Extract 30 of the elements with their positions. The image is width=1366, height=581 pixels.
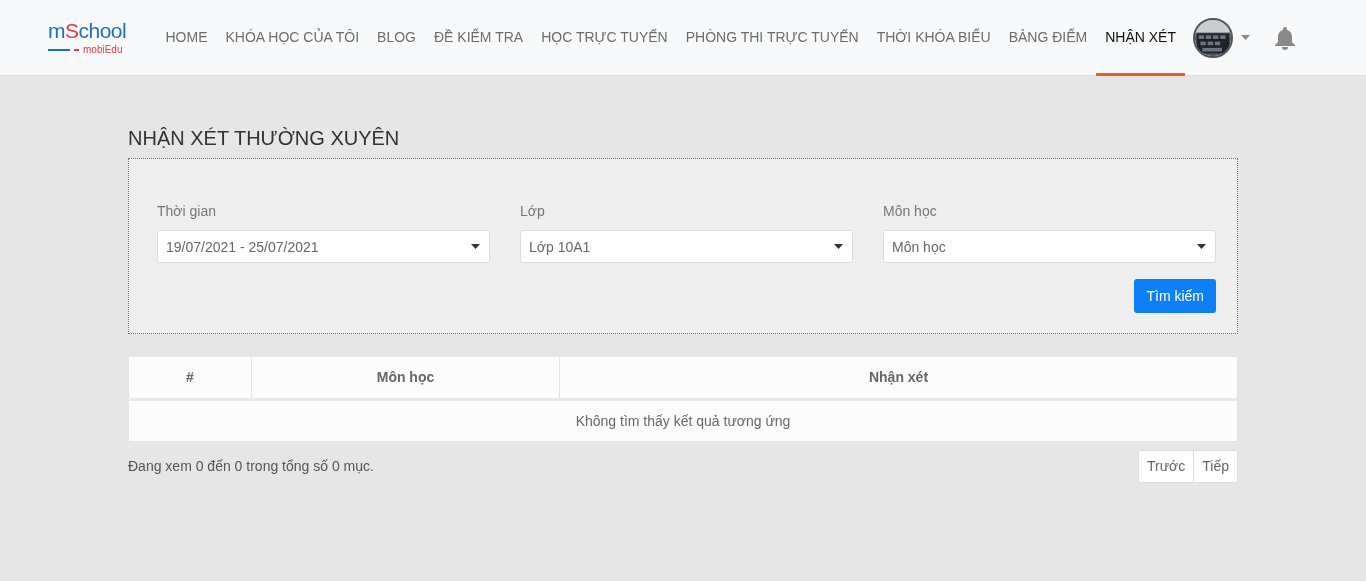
- nav-link[interactable]: HOME: [156, 0, 217, 76]
- logo[interactable]: mSchool mobiEdu: [48, 20, 127, 55]
- search-button[interactable]: Tìm kiếm: [1134, 279, 1216, 313]
- column-header: Nhận xét: [559, 356, 1238, 400]
- previous-button[interactable]: Trước: [1138, 450, 1195, 483]
- dropdown-arrow-icon: [1197, 244, 1206, 249]
- select-field[interactable]: 19/07/2021 - 25/07/2021: [157, 230, 490, 263]
- nav-link[interactable]: HỌC TRỰC TUYẾN: [532, 0, 677, 76]
- entries-summary: Đang xem 0 đến 0 trong tổng số 0 mục.: [128, 457, 374, 476]
- field-label: Môn học: [883, 202, 938, 221]
- select-field[interactable]: Lớp 10A1: [520, 230, 853, 263]
- page-title: NHẬN XÉT THƯỜNG XUYÊN: [128, 126, 401, 150]
- bell-icon[interactable]: [1274, 25, 1296, 50]
- column-header: Môn học: [251, 356, 560, 400]
- nav-link[interactable]: KHÓA HỌC CỦA TÔI: [216, 0, 369, 76]
- dropdown-arrow-icon: [471, 244, 480, 249]
- nav-link[interactable]: THỜI KHÓA BIỂU: [867, 0, 1000, 76]
- field-label: Thời gian: [157, 202, 217, 221]
- empty-message: Không tìm thấy kết quả tương ứng: [128, 399, 1238, 442]
- column-header: #: [128, 356, 252, 400]
- select-field[interactable]: Môn học: [883, 230, 1216, 263]
- nav-link[interactable]: NHẬN XÉT: [1096, 0, 1185, 76]
- nav-link[interactable]: ĐỀ KIỂM TRA: [424, 0, 533, 76]
- caret-icon[interactable]: [1241, 35, 1250, 40]
- next-button[interactable]: Tiếp: [1194, 450, 1238, 483]
- nav-link[interactable]: BLOG: [368, 0, 425, 76]
- nav-link[interactable]: BẢNG ĐIỂM: [999, 0, 1097, 76]
- dropdown-arrow-icon: [834, 244, 843, 249]
- nav-link[interactable]: PHÒNG THI TRỰC TUYẾN: [676, 0, 868, 76]
- field-label: Lớp: [520, 202, 546, 221]
